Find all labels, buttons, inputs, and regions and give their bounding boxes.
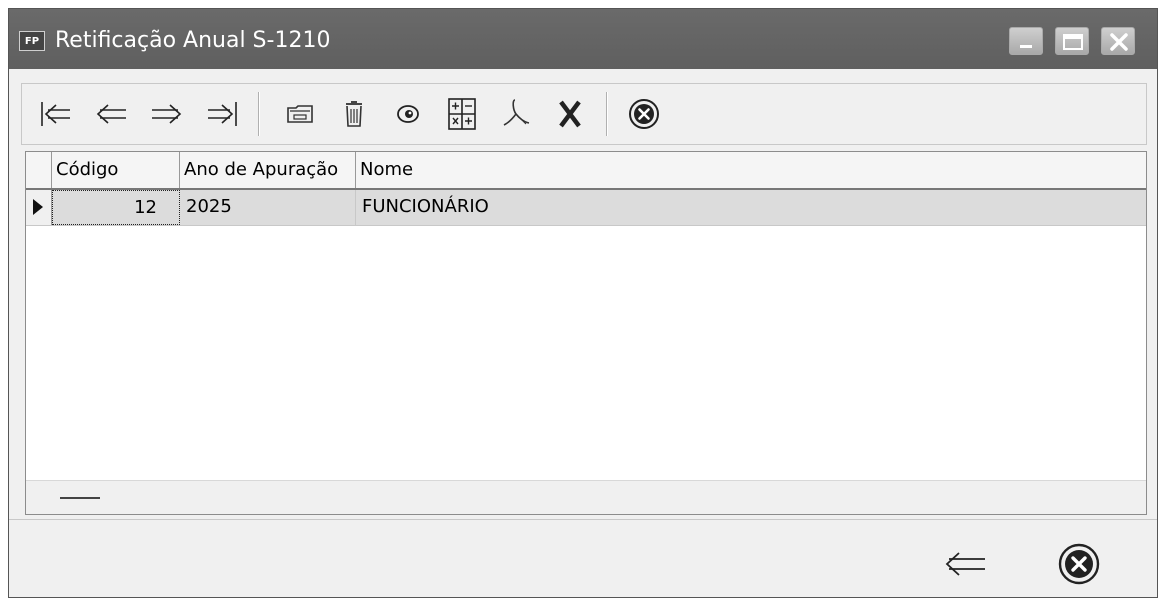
grid-header: Código Ano de Apuração Nome	[26, 152, 1146, 190]
close-button[interactable]	[1101, 27, 1135, 55]
main-window: FP Retificação Anual S-1210 Código Ano d…	[8, 8, 1158, 598]
last-record-icon	[208, 102, 237, 126]
minimize-icon	[1020, 45, 1032, 48]
first-record-button[interactable]	[36, 94, 76, 134]
back-arrow-icon	[945, 552, 985, 576]
app-icon: FP	[19, 31, 45, 51]
open-folder-icon	[287, 105, 313, 123]
close-circle-icon	[629, 99, 659, 129]
window-title: Retificação Anual S-1210	[55, 28, 331, 53]
previous-record-button[interactable]	[92, 94, 132, 134]
export-pdf-button[interactable]	[496, 94, 536, 134]
row-indicator	[26, 190, 52, 225]
data-grid[interactable]: Código Ano de Apuração Nome 12 2025 FUNC…	[25, 151, 1147, 515]
column-header-nome[interactable]: Nome	[356, 152, 1146, 188]
calculate-button[interactable]	[442, 94, 482, 134]
delete-button[interactable]	[334, 94, 374, 134]
close-icon	[1110, 33, 1128, 51]
cell-ano-apuracao[interactable]: 2025	[180, 190, 356, 225]
close-circle-icon	[1058, 543, 1100, 585]
trash-icon	[346, 101, 362, 127]
minimize-button[interactable]	[1009, 27, 1043, 55]
open-button[interactable]	[280, 94, 320, 134]
maximize-button[interactable]	[1055, 27, 1089, 55]
bottom-bar	[9, 519, 1157, 597]
eye-icon	[397, 105, 419, 123]
pdf-icon	[503, 99, 530, 126]
column-header-codigo[interactable]: Código	[52, 152, 180, 188]
close-record-button[interactable]	[624, 94, 664, 134]
toolbar-separator	[606, 92, 608, 136]
next-record-icon	[152, 104, 182, 124]
title-bar[interactable]: FP Retificação Anual S-1210	[9, 9, 1157, 69]
excel-x-icon	[559, 100, 581, 128]
export-excel-button[interactable]	[550, 94, 590, 134]
grid-footer	[26, 480, 1146, 514]
cancel-button[interactable]	[1053, 540, 1105, 588]
column-header-ano-apuracao[interactable]: Ano de Apuração	[180, 152, 356, 188]
previous-record-icon	[96, 104, 126, 124]
table-row[interactable]: 12 2025 FUNCIONÁRIO	[26, 190, 1146, 226]
maximize-icon	[1063, 34, 1083, 50]
toolbar	[21, 83, 1147, 145]
calculator-icon	[448, 98, 476, 130]
next-record-button[interactable]	[146, 94, 186, 134]
cell-codigo[interactable]: 12	[52, 190, 180, 225]
last-record-button[interactable]	[202, 94, 242, 134]
cell-nome[interactable]: FUNCIONÁRIO	[356, 190, 1146, 225]
footer-dash	[60, 497, 100, 499]
back-button[interactable]	[939, 540, 991, 588]
first-record-icon	[41, 102, 70, 126]
row-pointer-icon	[33, 199, 43, 215]
view-button[interactable]	[388, 94, 428, 134]
indicator-header	[26, 152, 52, 188]
toolbar-separator	[258, 92, 260, 136]
